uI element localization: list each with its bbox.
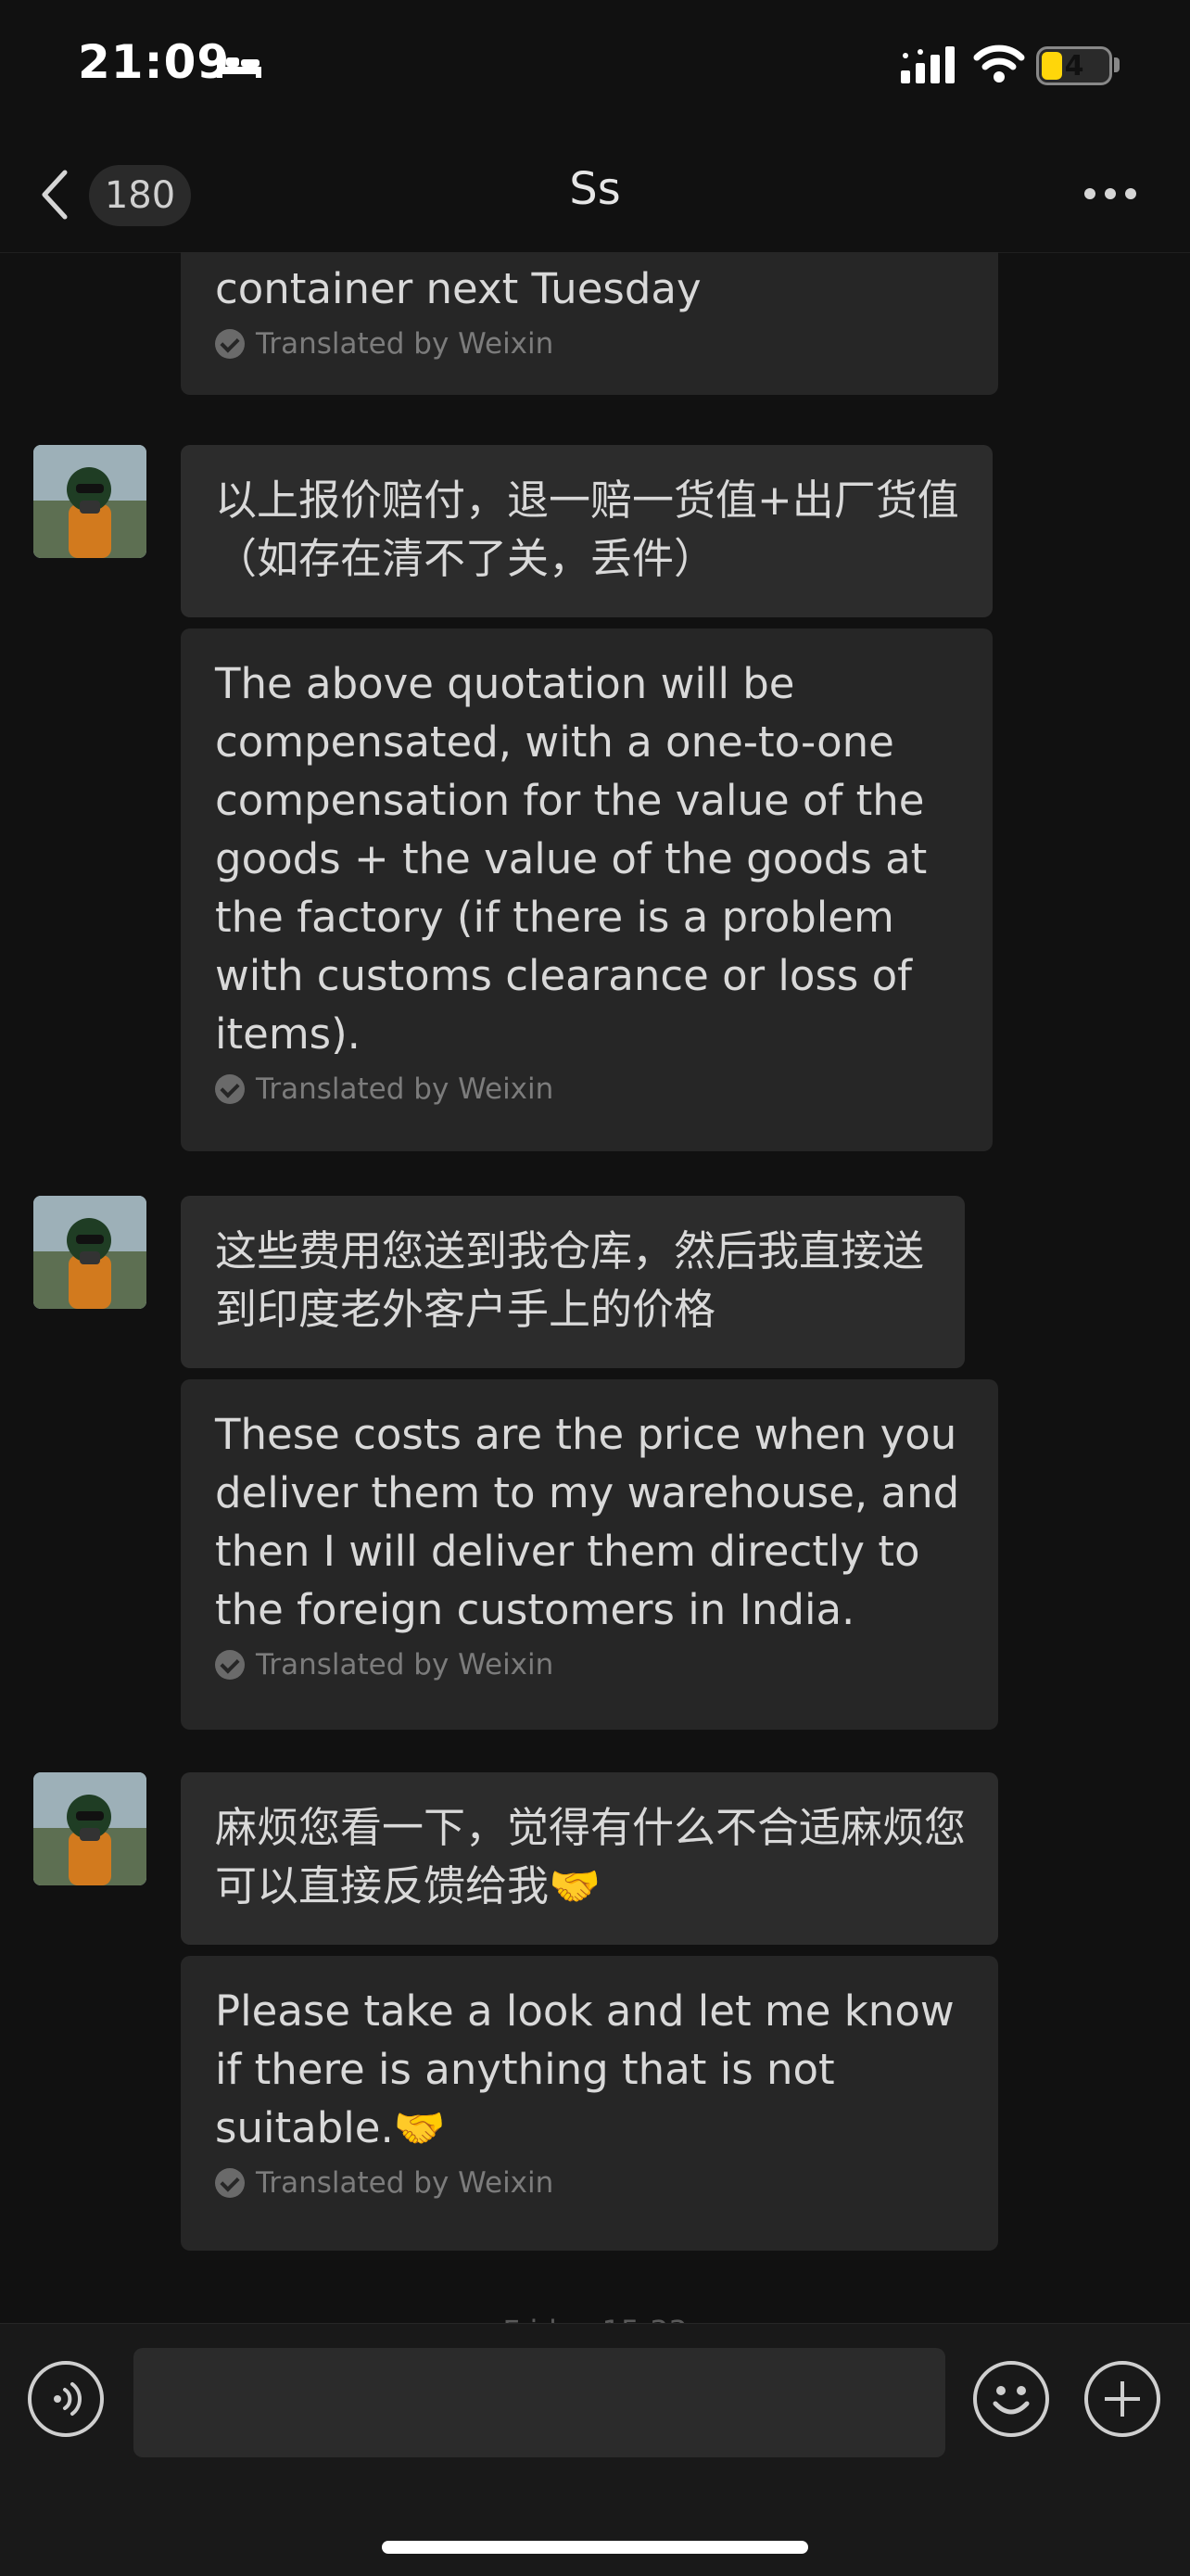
message-timestamp: Friday 15:33 [0,2314,1190,2323]
translation-text: The above quotation will be compensated,… [215,659,928,1059]
translation-bubble[interactable]: container next Tuesday Translated by Wei… [181,252,998,395]
translation-text: container next Tuesday [215,264,702,313]
translated-by-text: Translated by Weixin [256,1648,554,1681]
battery-tip [1114,57,1120,72]
avatar[interactable] [33,445,146,558]
status-time: 21:09 [78,35,231,89]
message-text: 以上报价赔付，退一赔一货值+出厂货值（如存在清不了关，丢件） [215,476,959,583]
check-circle-icon [215,1074,245,1104]
translated-by-label: Translated by Weixin [215,325,967,362]
translated-by-text: Translated by Weixin [256,2166,554,2200]
translation-bubble[interactable]: These costs are the price when you deliv… [181,1379,998,1730]
avatar-image [33,1772,146,1885]
avatar[interactable] [33,1772,146,1885]
translation-text: These costs are the price when you deliv… [215,1410,960,1634]
chat-title: Ss [569,163,621,215]
battery-level: 4 [1064,50,1084,82]
message-text: 麻烦您看一下，觉得有什么不合适麻烦您可以直接反馈给我🤝 [215,1803,967,1910]
wifi-icon [973,44,1025,82]
message-text: 这些费用您送到我仓库，然后我直接送到印度老外客户手上的价格 [215,1226,925,1334]
translated-by-text: Translated by Weixin [256,1072,554,1106]
sleep-focus-icon [217,56,261,78]
chat-header: 180 Ss [0,139,1190,253]
home-indicator[interactable] [382,2541,808,2554]
check-circle-icon [215,2168,245,2198]
input-bar [0,2323,1190,2576]
translation-bubble[interactable]: The above quotation will be compensated,… [181,628,993,1151]
message-bubble[interactable]: 麻烦您看一下，觉得有什么不合适麻烦您可以直接反馈给我🤝 [181,1772,998,1945]
more-options-icon[interactable] [1082,182,1138,206]
plus-icon[interactable] [1084,2361,1160,2437]
avatar-image [33,445,146,558]
voice-wave-icon[interactable] [28,2361,104,2437]
avatar[interactable] [33,1196,146,1309]
status-bar: 21:09 4 [0,0,1190,139]
translation-bubble[interactable]: Please take a look and let me know if th… [181,1956,998,2251]
message-input[interactable] [133,2348,945,2457]
cellular-signal-icon [901,46,955,83]
battery-icon: 4 [1036,46,1112,85]
smiley-icon[interactable] [973,2361,1049,2437]
translated-by-label: Translated by Weixin [215,1646,967,1683]
message-bubble[interactable]: 以上报价赔付，退一赔一货值+出厂货值（如存在清不了关，丢件） [181,445,993,617]
translated-by-label: Translated by Weixin [215,2164,967,2202]
check-circle-icon [215,1650,245,1680]
avatar-image [33,1196,146,1309]
message-list[interactable]: container next Tuesday Translated by Wei… [0,252,1190,2323]
message-bubble[interactable]: 这些费用您送到我仓库，然后我直接送到印度老外客户手上的价格 [181,1196,965,1368]
translation-text: Please take a look and let me know if th… [215,1986,955,2152]
translated-by-text: Translated by Weixin [256,327,554,361]
check-circle-icon [215,329,245,359]
translated-by-label: Translated by Weixin [215,1071,961,1108]
